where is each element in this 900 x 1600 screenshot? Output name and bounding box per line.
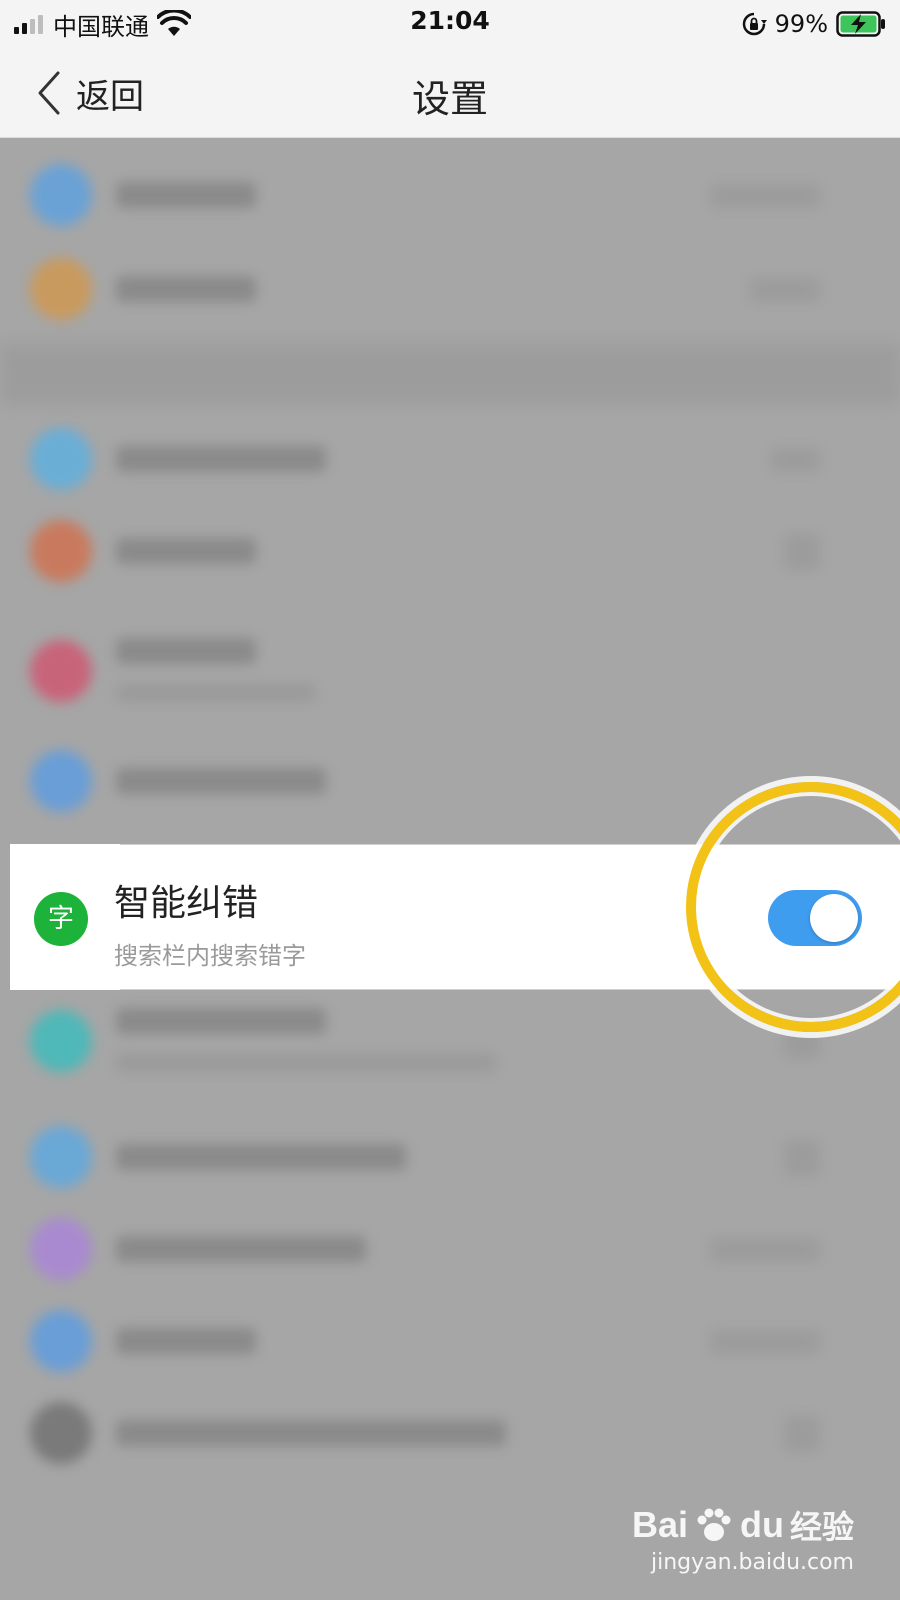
- battery-charging-icon: [836, 11, 885, 37]
- watermark-url: jingyan.baidu.com: [650, 1550, 854, 1575]
- list-item: [0, 1398, 900, 1468]
- list-item: [0, 254, 900, 324]
- rotation-lock-icon: [742, 12, 767, 36]
- watermark-product: 经验: [789, 1508, 854, 1546]
- status-bar: 中国联通 21:04 99%: [0, 0, 900, 48]
- status-right: 99%: [741, 8, 886, 40]
- baidu-jingyan-watermark: Bai du 经验 jingyan.baidu.com: [632, 1502, 854, 1575]
- watermark-logo: Bai du 经验: [632, 1502, 854, 1548]
- list-item: [0, 1122, 900, 1192]
- navigation-bar: 返回 设置: [0, 48, 900, 138]
- battery-percent: 99%: [774, 10, 828, 38]
- paw-icon: [697, 1508, 731, 1541]
- character-icon: 字: [34, 892, 88, 946]
- setting-title: 智能纠错: [114, 883, 259, 924]
- list-item: [0, 516, 900, 586]
- list-item: [0, 1306, 900, 1376]
- section-divider: [0, 344, 900, 404]
- watermark-brand-suffix: du: [740, 1504, 784, 1545]
- page-title: 设置: [411, 77, 488, 121]
- list-item: [0, 424, 900, 494]
- list-item: [0, 1214, 900, 1284]
- watermark-brand: Bai: [631, 1504, 688, 1545]
- list-item: [0, 626, 900, 722]
- setting-subtitle: 搜索栏内搜索错字: [114, 942, 306, 970]
- list-item: [0, 160, 900, 230]
